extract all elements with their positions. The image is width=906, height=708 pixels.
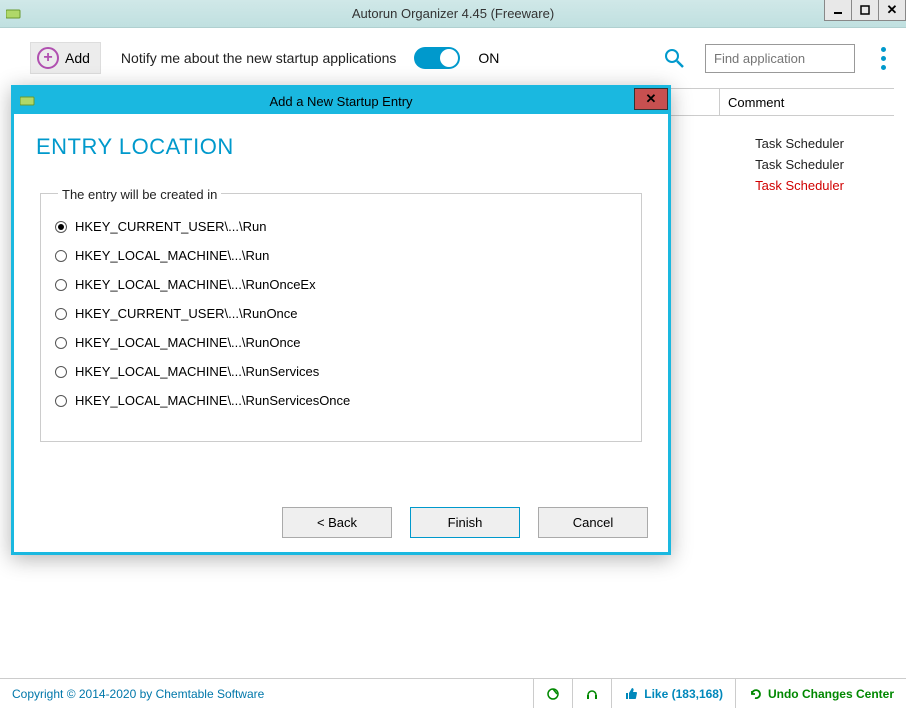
- location-option[interactable]: HKEY_LOCAL_MACHINE\...\RunOnceEx: [55, 270, 627, 299]
- notify-toggle[interactable]: [414, 47, 460, 69]
- radio-icon: [55, 221, 67, 233]
- radio-icon: [55, 395, 67, 407]
- location-option-label: HKEY_LOCAL_MACHINE\...\RunOnce: [75, 335, 300, 350]
- location-option-label: HKEY_LOCAL_MACHINE\...\RunOnceEx: [75, 277, 316, 292]
- like-label: Like (183,168): [644, 687, 723, 701]
- row-comment: Task Scheduler: [755, 136, 844, 151]
- location-option-label: HKEY_CURRENT_USER\...\Run: [75, 219, 266, 234]
- undo-center-button[interactable]: Undo Changes Center: [736, 679, 906, 708]
- add-button[interactable]: + Add: [30, 42, 101, 74]
- location-option-label: HKEY_LOCAL_MACHINE\...\RunServices: [75, 364, 319, 379]
- toggle-state-label: ON: [478, 50, 499, 66]
- row-comment: Task Scheduler: [755, 157, 844, 172]
- dialog-title: Add a New Startup Entry: [14, 94, 668, 109]
- add-label: Add: [65, 50, 90, 66]
- location-option[interactable]: HKEY_CURRENT_USER\...\RunOnce: [55, 299, 627, 328]
- add-entry-dialog: Add a New Startup Entry ✕ ENTRY LOCATION…: [11, 85, 671, 555]
- close-button[interactable]: ✕: [878, 0, 906, 21]
- radio-icon: [55, 279, 67, 291]
- location-option[interactable]: HKEY_CURRENT_USER\...\Run: [55, 212, 627, 241]
- location-option[interactable]: HKEY_LOCAL_MACHINE\...\RunServices: [55, 357, 627, 386]
- back-button[interactable]: < Back: [282, 507, 392, 538]
- location-options: HKEY_CURRENT_USER\...\Run HKEY_LOCAL_MACH…: [40, 193, 642, 442]
- location-option-label: HKEY_LOCAL_MACHINE\...\RunServicesOnce: [75, 393, 350, 408]
- app-icon: [6, 6, 22, 22]
- copyright-label[interactable]: Copyright © 2014-2020 by Chemtable Softw…: [0, 679, 534, 708]
- window-controls: ✕: [825, 0, 906, 21]
- window-title: Autorun Organizer 4.45 (Freeware): [0, 6, 906, 21]
- fieldset-label: The entry will be created in: [58, 187, 221, 202]
- headset-icon[interactable]: [573, 679, 612, 708]
- thumbs-up-icon: [624, 687, 638, 701]
- row-comment: Task Scheduler: [755, 178, 844, 193]
- undo-center-label: Undo Changes Center: [768, 687, 894, 701]
- radio-icon: [55, 308, 67, 320]
- radio-icon: [55, 337, 67, 349]
- plus-icon: +: [37, 47, 59, 69]
- search-icon[interactable]: [663, 47, 685, 69]
- like-button[interactable]: Like (183,168): [612, 679, 736, 708]
- search-input[interactable]: [705, 44, 855, 73]
- cancel-button[interactable]: Cancel: [538, 507, 648, 538]
- dialog-body: ENTRY LOCATION The entry will be created…: [14, 114, 668, 489]
- column-comment-header[interactable]: Comment: [719, 89, 894, 115]
- undo-icon: [748, 687, 762, 701]
- maximize-button[interactable]: [851, 0, 879, 21]
- radio-icon: [55, 250, 67, 262]
- statusbar: Copyright © 2014-2020 by Chemtable Softw…: [0, 678, 906, 708]
- menu-button[interactable]: [877, 43, 890, 74]
- location-option[interactable]: HKEY_LOCAL_MACHINE\...\Run: [55, 241, 627, 270]
- power-icon[interactable]: [534, 679, 573, 708]
- dialog-footer: < Back Finish Cancel: [14, 489, 668, 552]
- location-option-label: HKEY_CURRENT_USER\...\RunOnce: [75, 306, 298, 321]
- dialog-titlebar: Add a New Startup Entry ✕: [14, 88, 668, 114]
- location-option-label: HKEY_LOCAL_MACHINE\...\Run: [75, 248, 269, 263]
- dialog-close-button[interactable]: ✕: [634, 88, 668, 110]
- titlebar: Autorun Organizer 4.45 (Freeware) ✕: [0, 0, 906, 28]
- location-option[interactable]: HKEY_LOCAL_MACHINE\...\RunOnce: [55, 328, 627, 357]
- notify-label: Notify me about the new startup applicat…: [121, 50, 397, 66]
- toolbar: + Add Notify me about the new startup ap…: [0, 28, 906, 88]
- radio-icon: [55, 366, 67, 378]
- minimize-button[interactable]: [824, 0, 852, 21]
- dialog-heading: ENTRY LOCATION: [36, 134, 646, 160]
- location-option[interactable]: HKEY_LOCAL_MACHINE\...\RunServicesOnce: [55, 386, 627, 415]
- dialog-app-icon: [20, 93, 36, 109]
- finish-button[interactable]: Finish: [410, 507, 520, 538]
